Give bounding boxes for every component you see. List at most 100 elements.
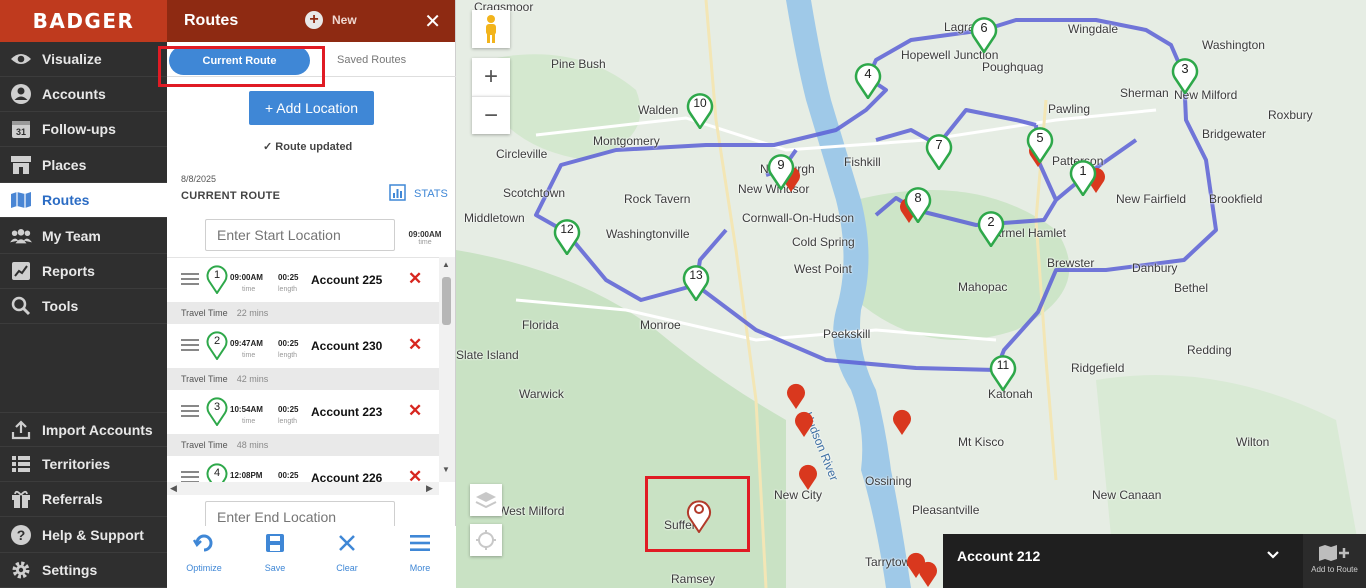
nav-label: Import Accounts [42, 421, 153, 438]
map-place-label: Ossining [865, 474, 912, 488]
add-to-route-label: Add to Route [1311, 565, 1358, 574]
nav-item-reports[interactable]: Reports [0, 254, 167, 289]
drag-handle-icon[interactable] [181, 273, 199, 288]
account-pin-icon[interactable] [892, 408, 912, 436]
route-stop-pin[interactable]: 11 [989, 353, 1019, 393]
route-stop-pin-number: 6 [980, 20, 988, 35]
stop-account-name[interactable]: Account 223 [311, 405, 382, 419]
map-place-label: Peekskill [823, 327, 871, 341]
route-stop-pin[interactable]: 1 [1069, 158, 1099, 198]
route-stop-pin[interactable]: 12 [553, 217, 583, 257]
map-place-label: Danbury [1132, 261, 1178, 275]
stop-list-scrollbar[interactable]: ▲ ▼ [439, 257, 455, 482]
route-stop[interactable]: 4 12:08PM 00:25 Account 226 ✕ [167, 456, 439, 482]
my-location-button[interactable] [470, 524, 502, 556]
add-location-button[interactable]: + Add Location [249, 91, 374, 125]
drag-handle-icon[interactable] [181, 339, 199, 354]
start-location-input[interactable] [205, 219, 395, 251]
eye-icon [10, 48, 32, 70]
plus-icon: + [483, 63, 498, 90]
route-updated-text: Route updated [275, 141, 353, 153]
highlight-box [158, 46, 325, 87]
stop-time-label: time [242, 286, 256, 293]
route-stop[interactable]: 1 09:00AM time 00:25 length Account 225 … [167, 258, 439, 302]
brand-logo[interactable]: BADGER [0, 0, 167, 42]
map-place-label: Pawling [1048, 102, 1091, 116]
nav-item-settings[interactable]: Settings [0, 553, 167, 588]
route-stop-pin[interactable]: 8 [904, 185, 934, 225]
clear-button[interactable]: Clear [317, 530, 377, 573]
route-stop-pin[interactable]: 9 [767, 152, 797, 192]
layers-button[interactable] [470, 484, 502, 516]
scrollbar-thumb[interactable] [442, 277, 451, 325]
add-to-route-button[interactable]: Add to Route [1303, 534, 1366, 588]
nav-item-territories[interactable]: Territories [0, 447, 167, 482]
optimize-label: Optimize [186, 563, 222, 573]
zoom-in-button[interactable]: + [472, 58, 510, 96]
route-stop-pin[interactable]: 4 [854, 61, 884, 101]
route-stop-pin[interactable]: 2 [977, 209, 1007, 249]
stats-button[interactable]: STATS [389, 184, 448, 204]
route-stop[interactable]: 3 10:54AM time 00:25 length Account 223 … [167, 390, 439, 434]
route-map[interactable]: Cragsmoor Lagrange Wingdale Washington P… [456, 0, 1366, 588]
stop-length: 00:25 [278, 471, 299, 480]
nav-label: Tools [42, 298, 79, 314]
check-icon: ✓ [263, 141, 276, 153]
nav-item-routes[interactable]: Routes [0, 183, 167, 218]
drag-handle-icon[interactable] [181, 471, 199, 482]
nav-item-help-support[interactable]: ? Help & Support [0, 518, 167, 553]
nav-item-my-team[interactable]: My Team [0, 219, 167, 254]
account-pin-icon[interactable] [794, 410, 814, 438]
more-button[interactable]: More [390, 530, 450, 573]
nav-item-tools[interactable]: Tools [0, 289, 167, 324]
remove-stop-icon[interactable]: ✕ [408, 467, 422, 482]
tab-saved-routes[interactable]: Saved Routes [337, 54, 406, 66]
nav-item-import-accounts[interactable]: Import Accounts [0, 412, 167, 447]
save-button[interactable]: Save [245, 530, 305, 573]
route-stop[interactable]: 2 09:47AM time 00:25 length Account 230 … [167, 324, 439, 368]
nav-item-visualize[interactable]: Visualize [0, 42, 167, 77]
route-stop-pin-number: 4 [864, 66, 872, 81]
stop-time-label: time [242, 352, 256, 359]
account-pin-icon[interactable] [918, 560, 938, 588]
zoom-out-button[interactable]: − [472, 96, 510, 134]
selected-account-bar[interactable]: Account 212 Add to Route [943, 534, 1366, 588]
chevron-down-icon[interactable] [1266, 550, 1280, 560]
route-stop-pin[interactable]: 6 [970, 15, 1000, 55]
svg-text:1: 1 [214, 269, 220, 281]
new-route-button[interactable]: + New [305, 11, 357, 29]
scroll-right-icon[interactable]: ▶ [426, 483, 433, 494]
start-time-label: time [418, 239, 432, 246]
optimize-button[interactable]: Optimize [174, 530, 234, 573]
route-stop-pin[interactable]: 13 [682, 263, 712, 303]
account-pin-icon[interactable] [798, 463, 818, 491]
remove-stop-icon[interactable]: ✕ [408, 401, 422, 421]
horizontal-scrollbar[interactable]: ◀ ▶ [167, 482, 439, 495]
brand-text: BADGER [32, 9, 135, 33]
stop-account-name[interactable]: Account 226 [311, 471, 382, 482]
remove-stop-icon[interactable]: ✕ [408, 335, 422, 355]
route-stop-pin-number: 10 [693, 96, 707, 110]
nav-item-referrals[interactable]: Referrals [0, 482, 167, 517]
start-time-value: 09:00AM [408, 230, 442, 239]
drag-handle-icon[interactable] [181, 405, 199, 420]
close-icon[interactable]: ✕ [424, 9, 441, 34]
route-stop-pin[interactable]: 5 [1026, 125, 1056, 165]
street-view-button[interactable] [472, 10, 510, 48]
route-stop-pin[interactable]: 7 [925, 132, 955, 172]
stop-account-name[interactable]: Account 225 [311, 273, 382, 287]
nav-item-accounts[interactable]: Accounts [0, 77, 167, 112]
scroll-left-icon[interactable]: ◀ [170, 483, 177, 494]
scroll-down-icon[interactable]: ▼ [442, 465, 450, 474]
route-stop-pin-number: 9 [777, 157, 785, 172]
nav-item-follow-ups[interactable]: 31 Follow-ups [0, 112, 167, 147]
route-stop-pin[interactable]: 3 [1171, 56, 1201, 96]
scroll-up-icon[interactable]: ▲ [442, 260, 450, 269]
stop-account-name[interactable]: Account 230 [311, 339, 382, 353]
remove-stop-icon[interactable]: ✕ [408, 269, 422, 289]
nav-item-places[interactable]: Places [0, 148, 167, 183]
panel-title: Routes [184, 12, 239, 29]
start-time: 09:00AM time [407, 230, 443, 246]
account-pin-icon[interactable] [786, 382, 806, 410]
route-stop-pin[interactable]: 10 [686, 91, 716, 131]
